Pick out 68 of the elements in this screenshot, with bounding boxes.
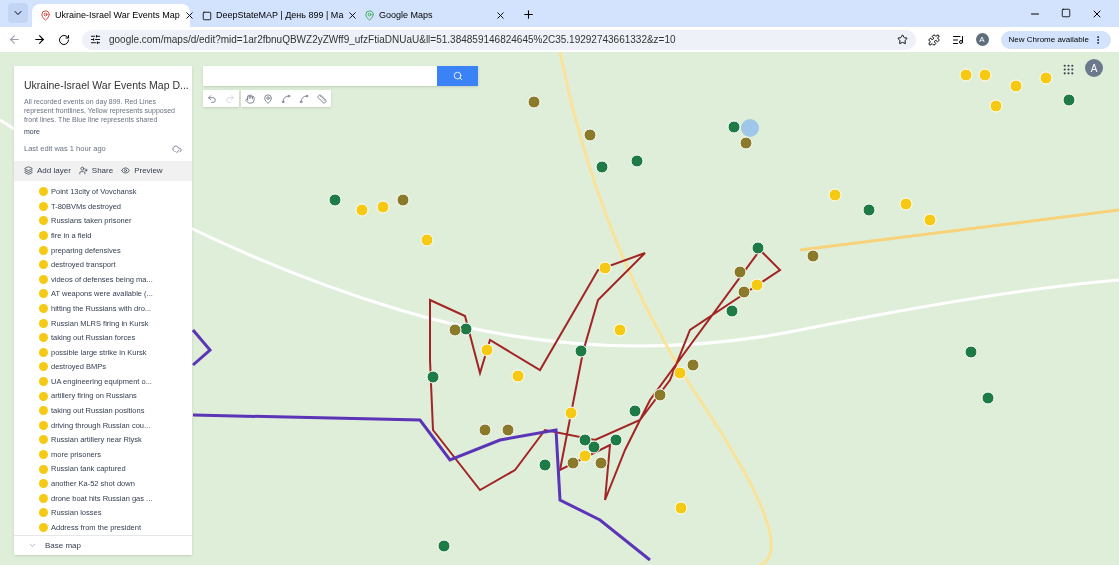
close-icon[interactable]	[495, 10, 506, 21]
marker-icon	[39, 362, 48, 372]
media-icon[interactable]	[951, 33, 964, 46]
marker-icon	[39, 435, 48, 445]
add-person-icon	[78, 166, 88, 175]
address-bar[interactable]: google.com/maps/d/edit?mid=1ar2fbnuQBWZ2yZWff9_ufzFtiaDNUaU&ll=51.384859146824645%2C35.19292743661332&z=10	[82, 29, 916, 50]
browser-tab[interactable]: DeepStateMAP | День 899 | Ма	[194, 4, 352, 27]
restore-icon[interactable]	[1061, 8, 1071, 18]
marker-icon	[39, 216, 48, 226]
new-tab-icon[interactable]	[522, 8, 535, 21]
search-icon	[452, 71, 463, 81]
close-icon[interactable]	[347, 10, 359, 21]
extensions-icon[interactable]	[927, 33, 940, 46]
update-chrome-button[interactable]: New Chrome available	[1000, 30, 1111, 49]
close-icon[interactable]	[1091, 8, 1103, 20]
map-pin-icon	[40, 10, 51, 21]
marker-icon	[39, 304, 48, 314]
hand-icon[interactable]	[245, 93, 255, 104]
panel-action-button[interactable]: Add layer	[24, 164, 71, 177]
search-button[interactable]	[437, 66, 478, 86]
browser-tab[interactable]: Google Maps	[356, 4, 514, 27]
marker-icon	[39, 377, 48, 386]
profile-avatar[interactable]: A	[975, 33, 989, 46]
site-settings-icon[interactable]	[90, 34, 101, 45]
marker-icon	[39, 201, 48, 211]
marker-icon	[39, 333, 48, 343]
marker-icon	[39, 522, 48, 532]
back-icon[interactable]	[8, 33, 21, 46]
panel-action-button[interactable]: Preview	[121, 164, 163, 177]
marker-icon	[39, 508, 48, 518]
close-icon[interactable]	[183, 10, 195, 21]
url-text: google.com/maps/d/edit?mid=1ar2fbnuQBWZ2yZWff9_ufzFtiaDNUaU&ll=51.384859146824645%2C35.19292743661332&z=10	[109, 33, 677, 47]
marker-icon	[39, 450, 48, 459]
layers-icon	[24, 166, 33, 175]
marker-icon	[39, 347, 48, 357]
browser-tab[interactable]: Ukraine-Israel War Events Map	[32, 4, 190, 27]
bookmark-star-icon[interactable]	[896, 34, 908, 45]
marker-icon	[39, 274, 48, 284]
tab-title: Google Maps	[379, 8, 434, 22]
tab-favicon-icon	[202, 10, 212, 21]
tab-title: Ukraine-Israel War Events Map	[55, 8, 180, 22]
marker-icon	[39, 479, 48, 489]
base-map-label[interactable]: Base map	[45, 539, 82, 552]
search-field[interactable]	[203, 66, 437, 86]
tab-title: DeepStateMAP | День 899 | Ма	[216, 8, 344, 22]
map-title: Ukraine-Israel War Events Map D...	[24, 78, 189, 93]
marker-icon	[39, 260, 48, 270]
marker-icon	[39, 406, 48, 416]
panel-action-button[interactable]: Share	[78, 164, 114, 177]
map-pin-icon	[364, 10, 375, 21]
marker-icon	[39, 420, 48, 430]
forward-icon[interactable]	[33, 33, 46, 46]
marker-icon	[39, 245, 48, 255]
marker-icon	[39, 289, 48, 299]
eye-icon	[121, 166, 131, 175]
apps-grid-icon[interactable]	[1062, 63, 1075, 76]
undo-icon[interactable]	[207, 93, 217, 104]
ruler-icon[interactable]	[317, 93, 327, 104]
draw-line-icon[interactable]	[281, 93, 291, 104]
marker-icon	[39, 318, 48, 328]
marker-icon[interactable]	[263, 93, 273, 104]
marker-icon	[39, 231, 48, 241]
marker-icon	[39, 464, 48, 474]
tab-list-button[interactable]	[8, 3, 28, 23]
marker-icon	[39, 493, 48, 503]
marker-icon	[39, 391, 48, 401]
reload-icon[interactable]	[58, 33, 70, 46]
marker-icon	[39, 187, 48, 197]
